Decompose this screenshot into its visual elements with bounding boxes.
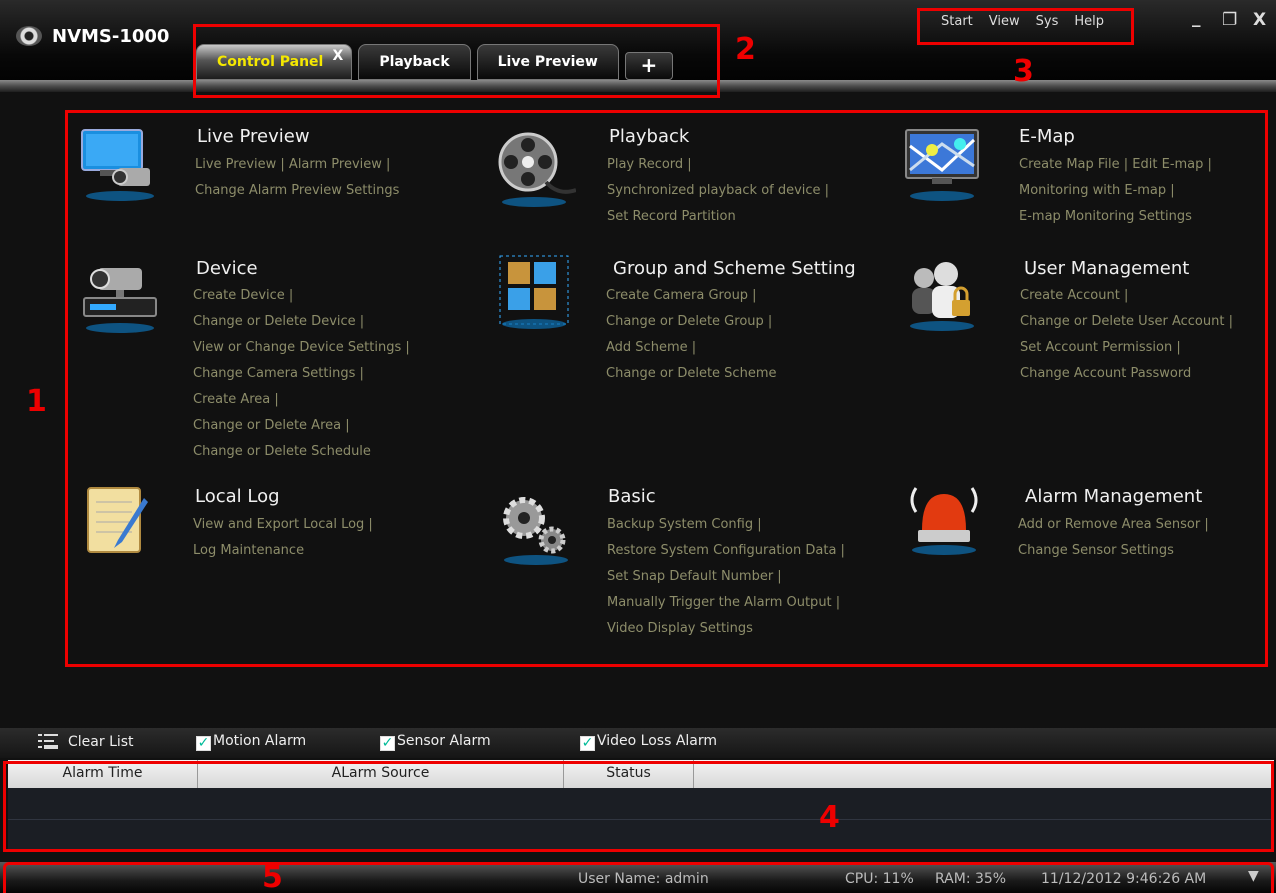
restore-icon[interactable]: ❐: [1222, 10, 1237, 30]
annotation-box-4: [3, 761, 1274, 852]
annotation-box-3: [917, 8, 1134, 45]
app-title: NVMS-1000: [52, 26, 170, 47]
checkmark-icon: ✓: [580, 735, 595, 751]
annotation-number-5: 5: [262, 860, 283, 893]
clear-list-icon: [38, 734, 58, 749]
annotation-box-1: [65, 110, 1268, 667]
clear-list-label: Clear List: [68, 734, 134, 750]
close-icon[interactable]: X: [1253, 10, 1266, 30]
annotation-number-4: 4: [819, 800, 840, 835]
alarm-toolbar: Clear List ✓ Motion Alarm ✓ Sensor Alarm ✓…: [0, 728, 1276, 758]
motion-alarm-checkbox[interactable]: ✓ Motion Alarm: [196, 733, 306, 751]
annotation-number-1: 1: [26, 384, 47, 419]
sensor-alarm-label: Sensor Alarm: [397, 733, 491, 749]
checkmark-icon: ✓: [380, 735, 395, 751]
minimize-icon[interactable]: _: [1192, 8, 1201, 28]
annotation-number-3: 3: [1013, 54, 1034, 89]
motion-alarm-label: Motion Alarm: [213, 733, 307, 749]
sensor-alarm-checkbox[interactable]: ✓ Sensor Alarm: [380, 733, 491, 751]
checkmark-icon: ✓: [196, 735, 211, 751]
annotation-number-2: 2: [735, 32, 756, 67]
video-loss-alarm-checkbox[interactable]: ✓ Video Loss Alarm: [580, 733, 717, 751]
nvms-window: NVMS-1000 Control Panel X Playback Live …: [0, 0, 1276, 893]
webcam-logo-icon: [16, 26, 42, 46]
annotation-box-5: [3, 862, 1274, 893]
clear-list-button[interactable]: Clear List: [38, 733, 134, 750]
video-loss-alarm-label: Video Loss Alarm: [597, 733, 718, 749]
annotation-box-2: [193, 24, 720, 98]
